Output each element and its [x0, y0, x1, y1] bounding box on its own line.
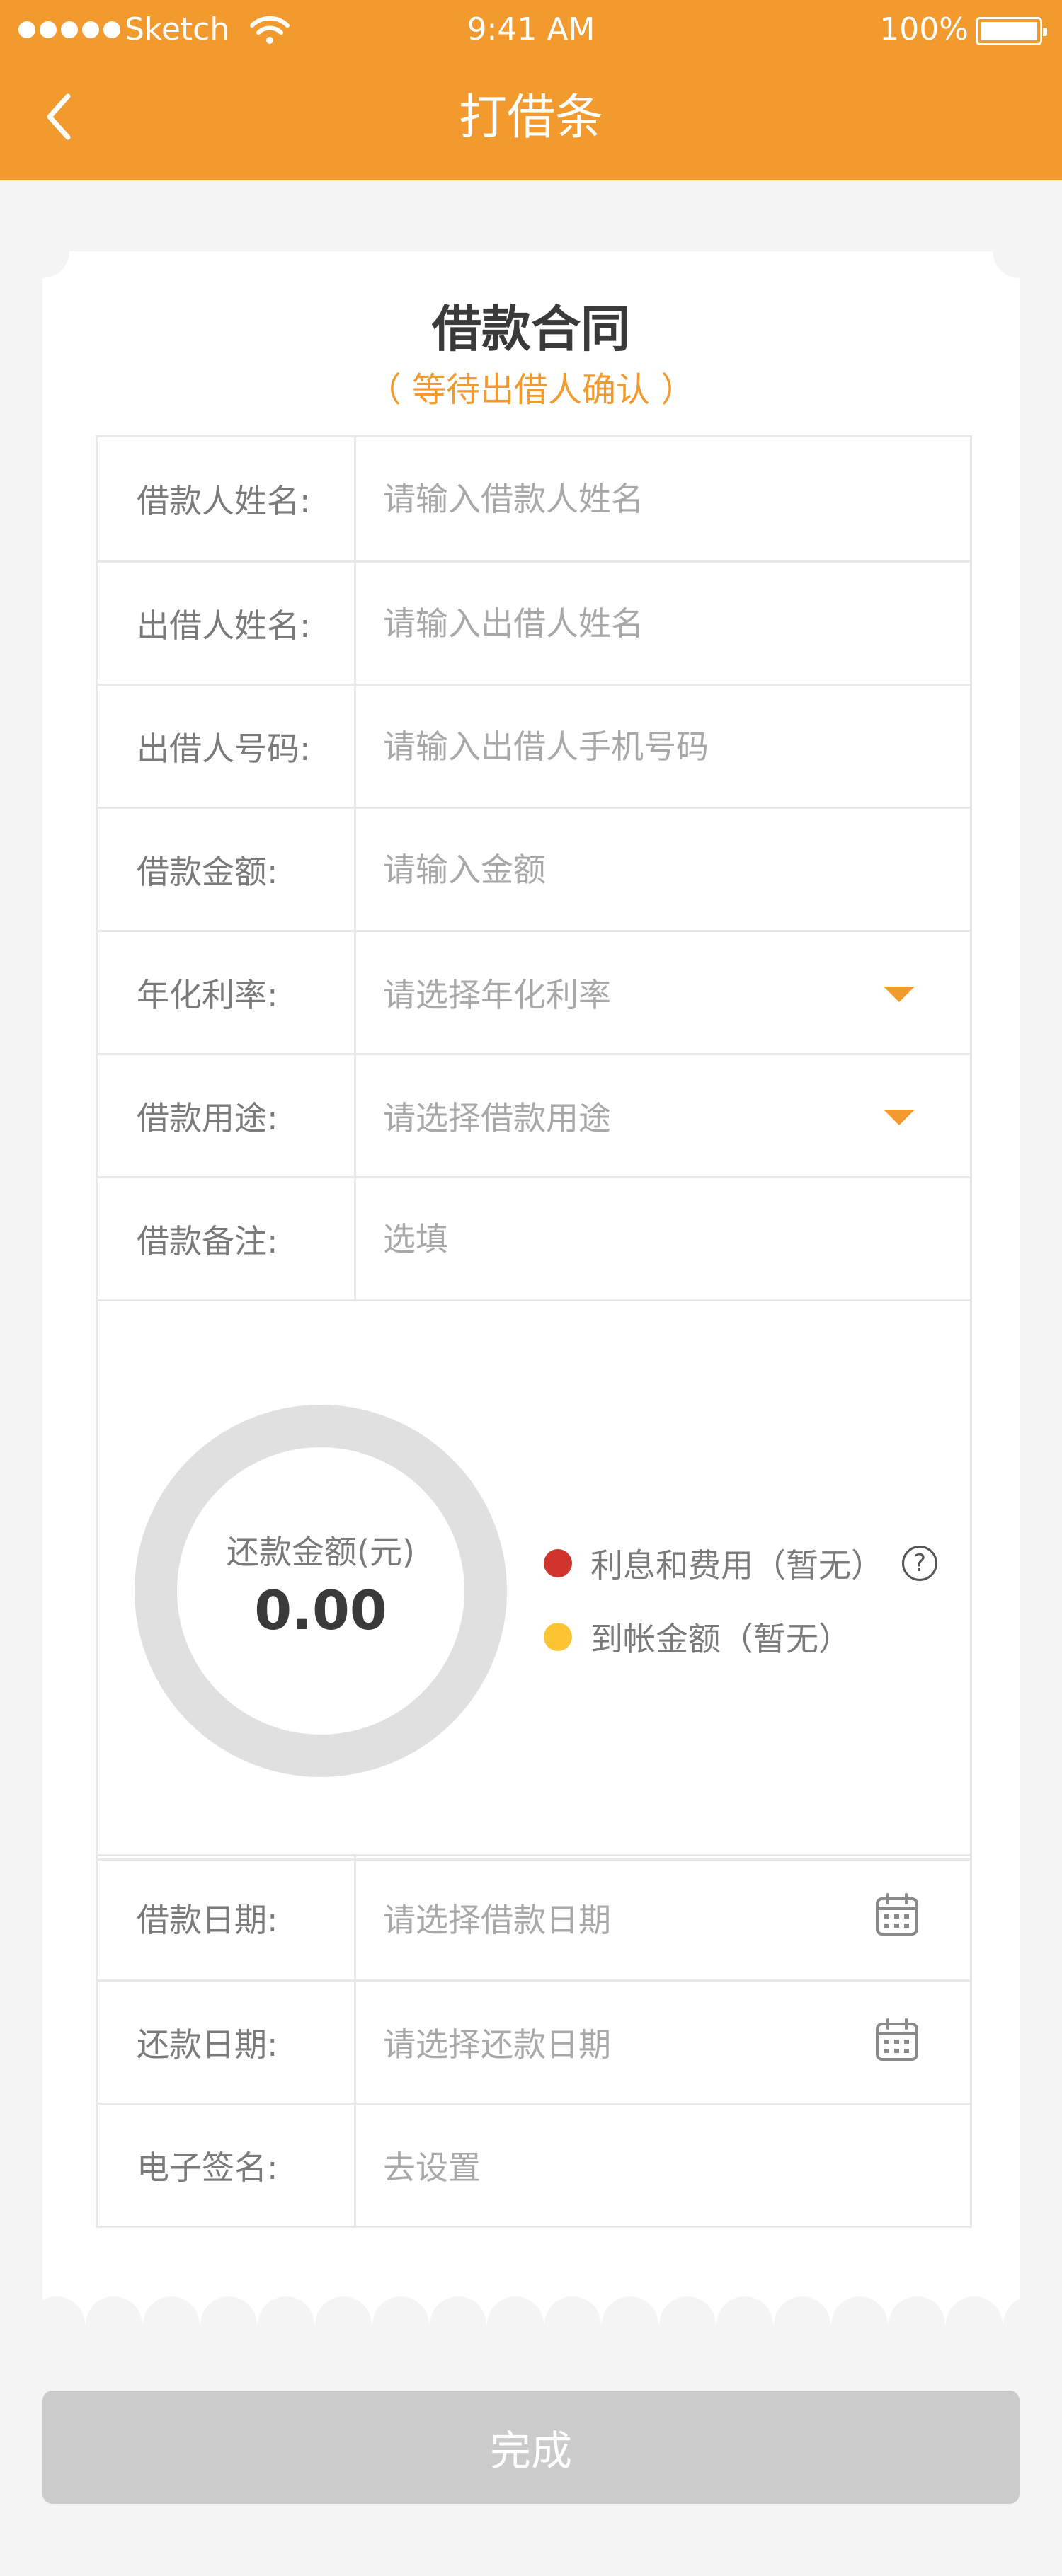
chart-legend: 利息和费用（暂无） ? 到帐金额（暂无） [544, 1539, 937, 1686]
select-placeholder: 请选择借款用途 [383, 1098, 611, 1137]
loan-amount-input[interactable] [383, 850, 927, 889]
legend-item-interest: 利息和费用（暂无） ? [544, 1539, 937, 1588]
battery-icon [976, 17, 1047, 45]
legend-label: 利息和费用（暂无） [590, 1546, 884, 1585]
loan-form: 借款人姓名: 出借人姓名: 出借人号码: 借款金额: 年化利率: [96, 435, 972, 1861]
lender-phone-input[interactable] [383, 727, 927, 766]
dropdown-triangle-icon [884, 987, 915, 1002]
scallop [659, 2296, 716, 2353]
field-label: 借款日期: [98, 1856, 356, 1979]
loan-remark-input[interactable] [383, 1219, 927, 1258]
loan-date-form: 借款日期: 请选择借款日期 还款日期: 请选择还款日期 电子签名: 去设置 [96, 1854, 972, 2228]
scallop [831, 2296, 888, 2353]
legend-item-received: 到帐金额（暂无） [544, 1612, 937, 1662]
scallop [258, 2296, 314, 2353]
contract-card: 借款合同 （ 等待出借人确认 ） 借款人姓名: 出借人姓名: 出借人号码: 借款… [16, 224, 1046, 2353]
field-label: 借款备注: [98, 1178, 356, 1299]
signature-setup-text: 去设置 [383, 2148, 481, 2187]
form-row-annual-rate: 年化利率: 请选择年化利率 [98, 930, 970, 1053]
field-label: 借款人姓名: [98, 437, 356, 560]
scallop [86, 2296, 142, 2353]
scallop [372, 2296, 429, 2353]
form-row-repay-date: 还款日期: 请选择还款日期 [98, 1979, 970, 2103]
contract-title: 借款合同 [432, 300, 630, 358]
field-label: 借款用途: [98, 1055, 356, 1176]
scallop [143, 2296, 200, 2353]
battery-percent: 100% [879, 11, 969, 47]
scallop [774, 2296, 830, 2353]
scallop [544, 2296, 601, 2353]
scallop [889, 2296, 945, 2353]
legend-dot-red [544, 1549, 572, 1577]
field-label: 年化利率: [98, 932, 356, 1053]
scallop [42, 2296, 85, 2353]
repayment-ring: 还款金额(元) 0.00 [135, 1405, 507, 1777]
dropdown-triangle-icon [884, 1110, 915, 1125]
contract-status: （ 等待出借人确认 ） [367, 370, 695, 410]
annual-rate-select[interactable]: 请选择年化利率 [356, 932, 970, 1053]
calendar-icon [876, 1893, 918, 1936]
date-placeholder: 请选择借款日期 [383, 1901, 611, 1939]
legend-dot-yellow [544, 1623, 572, 1651]
form-row-loan-date: 借款日期: 请选择借款日期 [98, 1856, 970, 1979]
form-row-loan-remark: 借款备注: [98, 1176, 970, 1299]
field-label: 出借人号码: [98, 686, 356, 807]
lender-name-input[interactable] [383, 604, 927, 643]
ticket-scallop-edge [42, 2296, 1020, 2353]
date-placeholder: 请选择还款日期 [383, 2025, 611, 2064]
field-label: 还款日期: [98, 1982, 356, 2103]
app-header: Sketch 9:41 AM 100% 打借条 [0, 0, 1062, 180]
repayment-summary: 还款金额(元) 0.00 利息和费用（暂无） ? 到帐金额（暂无） [98, 1299, 970, 1858]
submit-button[interactable]: 完成 [42, 2391, 1020, 2504]
scallop [946, 2296, 1003, 2353]
form-row-lender-name: 出借人姓名: [98, 560, 970, 684]
form-row-lender-phone: 出借人号码: [98, 684, 970, 807]
scallop [430, 2296, 486, 2353]
question-mark-icon[interactable]: ? [902, 1546, 937, 1581]
loan-purpose-select[interactable]: 请选择借款用途 [356, 1055, 970, 1176]
loan-date-picker[interactable]: 请选择借款日期 [356, 1856, 970, 1979]
calendar-icon [876, 2018, 918, 2061]
form-row-loan-purpose: 借款用途: 请选择借款用途 [98, 1053, 970, 1176]
e-signature-setup-link[interactable]: 去设置 [356, 2105, 970, 2226]
status-bar: Sketch 9:41 AM 100% [0, 0, 1062, 62]
scallop [1003, 2296, 1020, 2353]
ring-label: 还款金额(元) [227, 1532, 415, 1571]
scallop [200, 2296, 257, 2353]
form-row-loan-amount: 借款金额: [98, 807, 970, 930]
borrower-name-input[interactable] [383, 480, 927, 518]
repayment-amount: 0.00 [254, 1578, 387, 1642]
field-label: 电子签名: [98, 2105, 356, 2226]
scallop [716, 2296, 773, 2353]
repay-date-picker[interactable]: 请选择还款日期 [356, 1982, 970, 2103]
legend-label: 到帐金额（暂无） [590, 1620, 851, 1658]
form-row-borrower-name: 借款人姓名: [98, 437, 970, 560]
page-title: 打借条 [458, 90, 603, 146]
select-placeholder: 请选择年化利率 [383, 975, 611, 1014]
field-label: 出借人姓名: [98, 563, 356, 684]
scallop [315, 2296, 372, 2353]
scallop [602, 2296, 658, 2353]
form-row-e-signature: 电子签名: 去设置 [98, 2103, 970, 2226]
scallop [487, 2296, 544, 2353]
field-label: 借款金额: [98, 809, 356, 930]
